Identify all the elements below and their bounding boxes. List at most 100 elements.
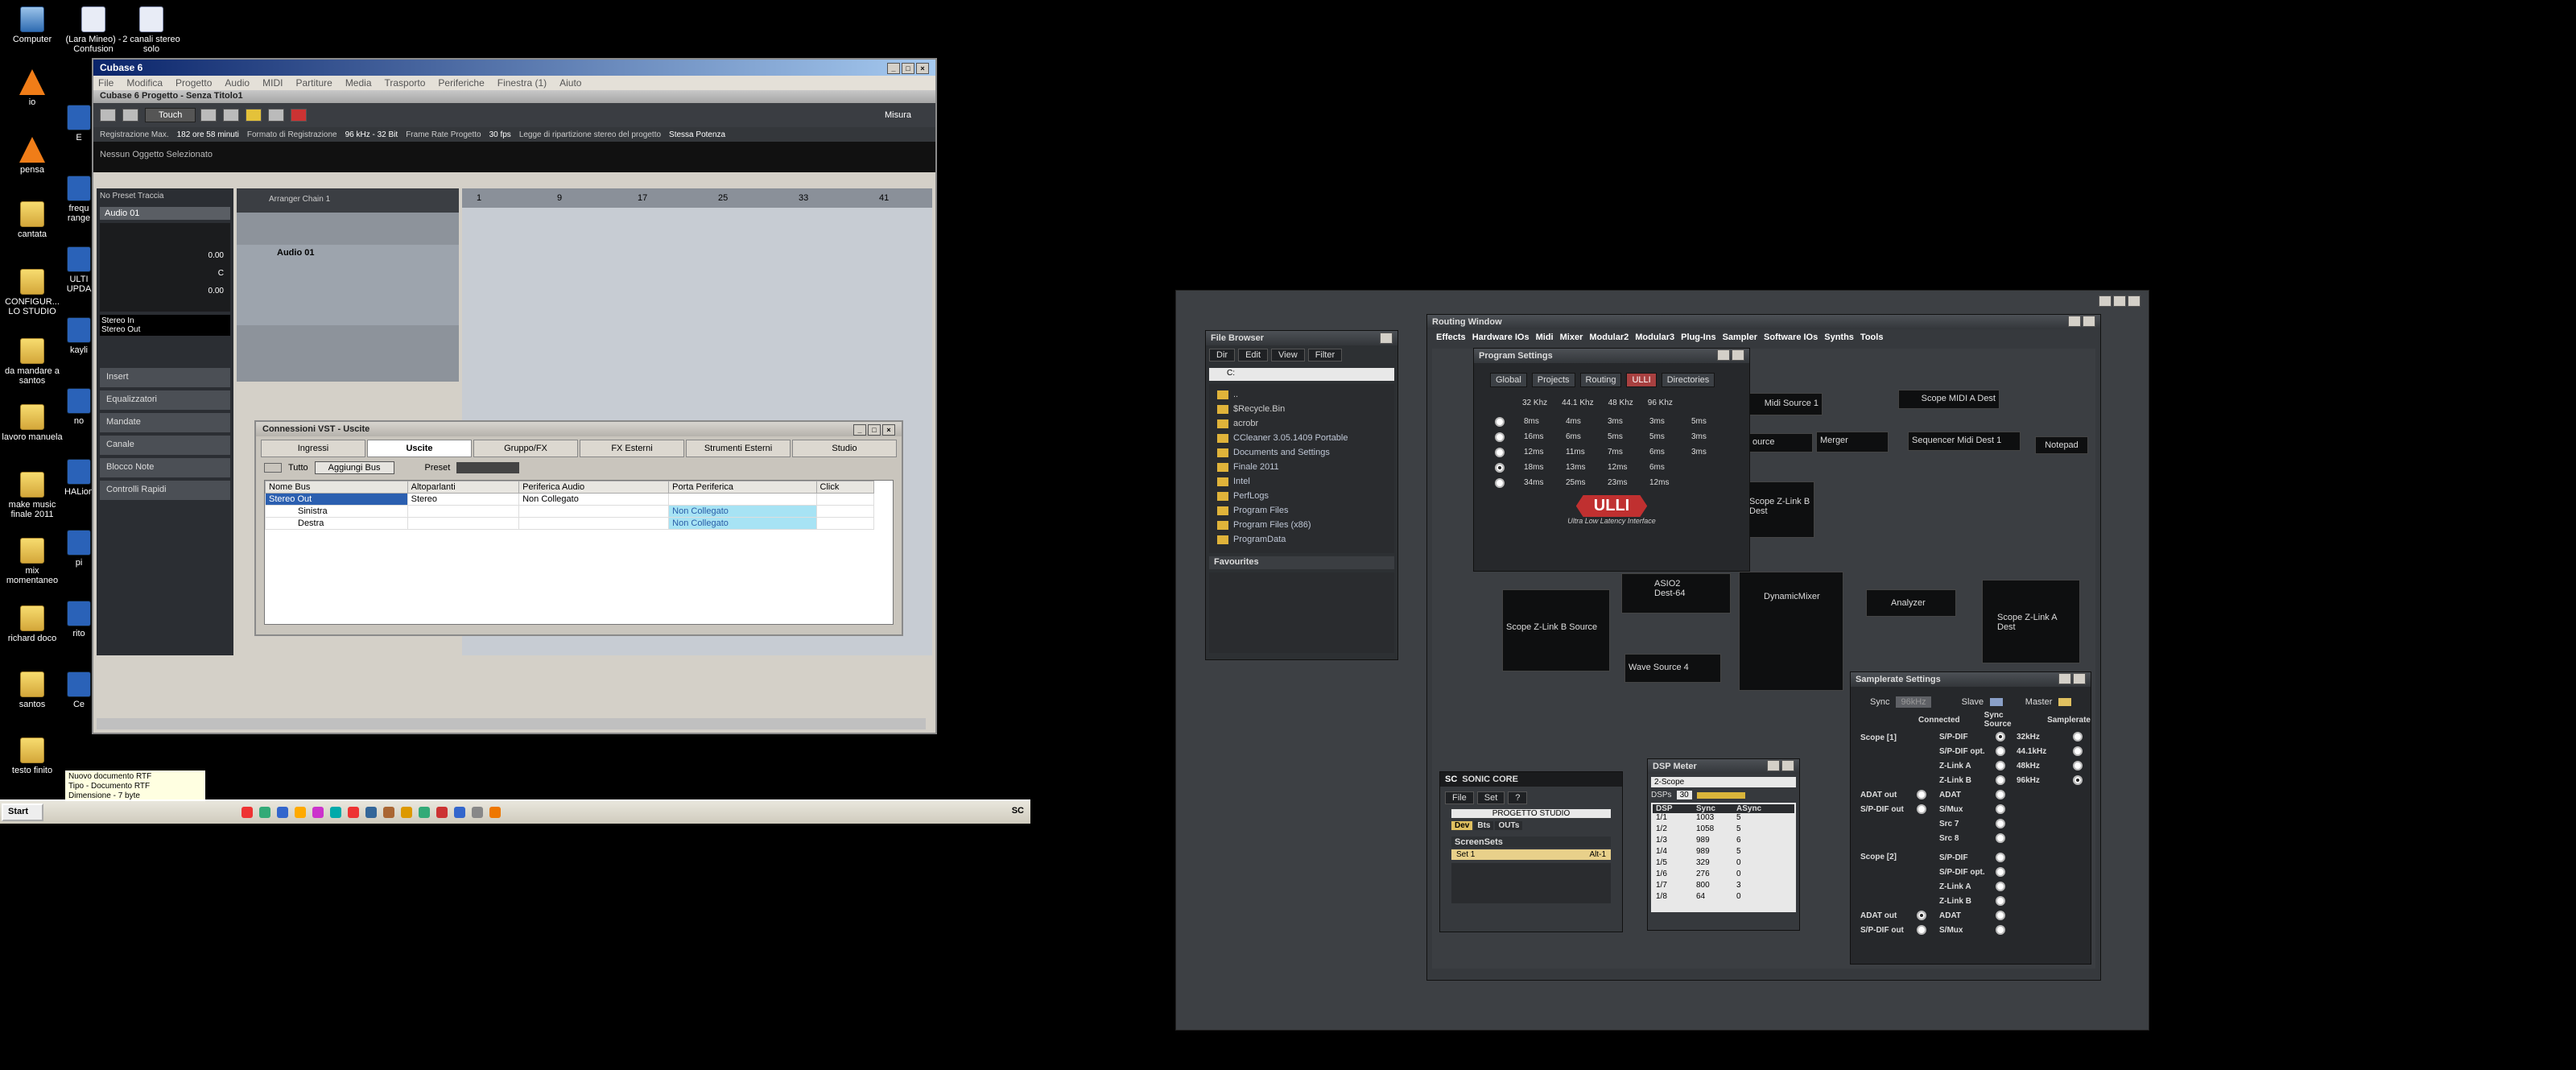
maximize-icon[interactable]	[2058, 672, 2071, 684]
close-icon[interactable]	[2073, 672, 2086, 684]
sr-option[interactable]: 48kHz	[2017, 761, 2083, 770]
menu-item-midi[interactable]: MIDI	[262, 77, 283, 89]
desktop-icon-partial[interactable]: frequ range	[63, 176, 95, 223]
menu-item-trasporto[interactable]: Trasporto	[385, 77, 426, 89]
close-icon[interactable]	[1732, 349, 1744, 361]
taskbar-app-icon[interactable]	[472, 807, 483, 818]
node-merger[interactable]: Merger	[1816, 432, 1889, 452]
minimize-icon[interactable]: _	[887, 63, 900, 74]
menu-item-periferiche[interactable]: Periferiche	[438, 77, 484, 89]
track-value[interactable]: C	[106, 265, 224, 283]
sr-option[interactable]: S/P-DIF	[1939, 732, 2005, 742]
menu-item-audio[interactable]: Audio	[225, 77, 250, 89]
desktop-icon-vlc-io[interactable]: io	[2, 69, 63, 107]
sr-option[interactable]: ADAT out	[1860, 790, 1926, 799]
sonic-btn-dev[interactable]: Dev	[1451, 821, 1473, 830]
node-analyzer[interactable]: Analyzer	[1866, 589, 1956, 617]
desktop-icon-computer-icon[interactable]: Computer	[2, 6, 63, 44]
track-value[interactable]: 0.00	[106, 283, 224, 300]
desktop-icon-folder-cantata[interactable]: cantata	[2, 201, 63, 239]
sr-option[interactable]: S/Mux	[1939, 804, 2005, 814]
desktop-icon-partial[interactable]: pi	[63, 530, 95, 568]
desktop-icon-partial[interactable]: rito	[63, 601, 95, 638]
node-dynamic-mixer[interactable]: DynamicMixer	[1739, 572, 1843, 691]
routing-tab-software-ios[interactable]: Software IOs	[1761, 333, 1820, 342]
arranger-chain[interactable]: Arranger Chain 1	[237, 188, 459, 213]
routing-tab-hardware-ios[interactable]: Hardware IOs	[1470, 333, 1532, 342]
loop-icon[interactable]	[223, 109, 240, 122]
sr-radio[interactable]	[1996, 853, 2005, 862]
latency-row[interactable]: 16ms 6ms 5ms 5ms 3ms	[1495, 429, 1749, 444]
dsp-meter[interactable]: DSP Meter 2-Scope DSPs 30 DSP Sync ASync 1/…	[1647, 758, 1800, 931]
sr-option[interactable]: S/Mux	[1939, 925, 2005, 935]
vst-connections-window[interactable]: Connessioni VST - Uscite _ □ × Ingressi Usc…	[254, 420, 903, 636]
node-midi-source[interactable]: Midi Source 1	[1748, 393, 1823, 415]
sr-radio[interactable]	[1996, 833, 2005, 843]
tab-fx-esterni[interactable]: FX Esterni	[580, 440, 684, 457]
taskbar-app-icon[interactable]	[383, 807, 394, 818]
latency-row[interactable]: 12ms 11ms 7ms 6ms 3ms	[1495, 444, 1749, 460]
fb-menu-dir[interactable]: Dir	[1209, 349, 1236, 361]
record-icon[interactable]	[291, 109, 308, 122]
desktop-icon-partial[interactable]: kayli	[63, 317, 95, 355]
routing-tab-modular2[interactable]: Modular2	[1587, 333, 1631, 342]
sr-option[interactable]: 32kHz	[2017, 732, 2083, 742]
cubase-titlebar[interactable]: Cubase 6 _ □ ×	[93, 60, 935, 76]
maximize-icon[interactable]	[1767, 759, 1780, 771]
sr-radio[interactable]	[2073, 732, 2083, 742]
inspector-section[interactable]: Mandate	[100, 413, 230, 432]
automation-mode-select[interactable]: Touch	[145, 108, 196, 122]
maximize-icon[interactable]: □	[902, 63, 914, 74]
node-zlinka-dest[interactable]: Scope Z-Link A Dest	[1982, 580, 2080, 663]
sonic-btn-bts[interactable]: Bts	[1474, 821, 1494, 830]
preset-select[interactable]	[456, 462, 520, 473]
latency-row[interactable]: 8ms 4ms 3ms 3ms 5ms	[1495, 414, 1749, 429]
sr-option[interactable]: 96kHz	[2017, 775, 2083, 785]
play-icon[interactable]	[268, 109, 285, 122]
ps-tab-global[interactable]: Global	[1490, 373, 1527, 387]
taskbar-app-icon[interactable]	[489, 807, 501, 818]
node-wave-source[interactable]: Wave Source 4	[1624, 654, 1721, 683]
sr-radio[interactable]	[1996, 732, 2005, 742]
close-icon[interactable]	[2128, 295, 2140, 307]
samplerate-settings[interactable]: Samplerate Settings Sync 96kHz Slave Mas…	[1850, 671, 2091, 965]
close-icon[interactable]	[1380, 333, 1393, 344]
taskbar-app-icon[interactable]	[277, 807, 288, 818]
desktop-icon-folder-testo[interactable]: testo finito	[2, 737, 63, 775]
toolbar-btn[interactable]	[100, 109, 116, 122]
taskbar-app-icon[interactable]	[295, 807, 306, 818]
latency-radio[interactable]	[1495, 432, 1505, 442]
node-zlinkb-dest[interactable]: Scope Z-Link B Dest	[1747, 481, 1814, 538]
tab-studio[interactable]: Studio	[792, 440, 897, 457]
folder-item[interactable]: Intel	[1217, 474, 1386, 489]
menu-item-partiture[interactable]: Partiture	[295, 77, 332, 89]
file-browser[interactable]: File Browser Dir Edit View Filter C: .. $Rec…	[1205, 330, 1398, 660]
taskbar-app-icon[interactable]	[436, 807, 448, 818]
routing-tab-synths[interactable]: Synths	[1822, 333, 1856, 342]
sr-radio[interactable]	[2073, 761, 2083, 770]
menu-item-finestra-1-[interactable]: Finestra (1)	[497, 77, 547, 89]
stop-icon[interactable]	[246, 109, 262, 122]
rewind-icon[interactable]	[200, 109, 217, 122]
ps-tab-directories[interactable]: Directories	[1661, 373, 1715, 387]
node-zlinkb-source[interactable]: Scope Z-Link B Source	[1502, 589, 1610, 671]
maximize-icon[interactable]	[1717, 349, 1730, 361]
sr-radio[interactable]	[1996, 925, 2005, 935]
routing-tab-modular3[interactable]: Modular3	[1633, 333, 1677, 342]
menu-item-file[interactable]: File	[98, 77, 114, 89]
favourites-header[interactable]: Favourites	[1209, 556, 1394, 569]
close-icon[interactable]	[2083, 315, 2095, 327]
tab-gruppo-fx[interactable]: Gruppo/FX	[473, 440, 578, 457]
routing-tab-mixer[interactable]: Mixer	[1558, 333, 1586, 342]
desktop-icon-folder-damandare[interactable]: da mandare a santos	[2, 338, 63, 386]
table-cell[interactable]	[668, 493, 817, 506]
sr-radio[interactable]	[1917, 790, 1926, 799]
minimize-icon[interactable]: _	[853, 424, 866, 436]
taskbar-app-icon[interactable]	[365, 807, 377, 818]
sr-option[interactable]: S/P-DIF out	[1860, 925, 1926, 935]
fader-section[interactable]: 0.00 C 0.00	[100, 223, 230, 312]
sr-option[interactable]: Z-Link A	[1939, 882, 2005, 891]
sonic-menu-item[interactable]: Set	[1476, 791, 1505, 804]
taskbar-app-icon[interactable]	[454, 807, 465, 818]
sr-radio[interactable]	[1917, 911, 1926, 920]
